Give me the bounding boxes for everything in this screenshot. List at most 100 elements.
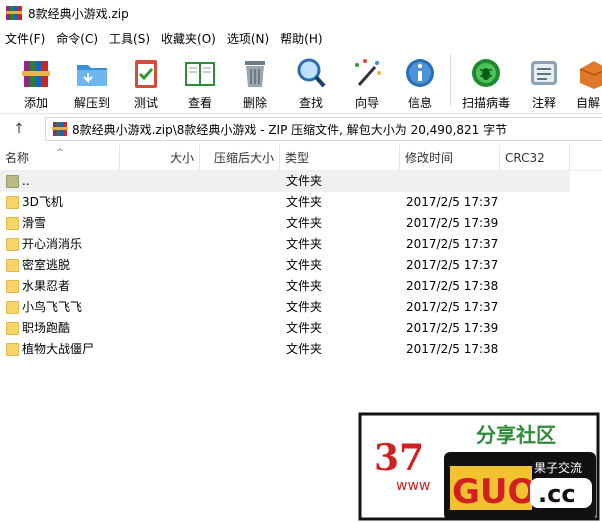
delete-label: 删除 [242,96,267,110]
delete-button[interactable]: 删除 [233,50,277,112]
row-type: 文件夹 [286,342,323,356]
find-label: 查找 [298,96,323,110]
watermark-guo-text: GUO [452,472,536,512]
info-label: 信息 [407,96,432,110]
comment-label: 注释 [531,96,556,110]
column-type[interactable]: 类型 [280,145,400,171]
trash-icon [237,55,273,91]
row-modified: 2017/2/5 17:37 [406,258,499,272]
table-row[interactable]: .. 文件夹 [0,171,570,192]
book-icon [182,55,218,91]
row-name: 职场跑酷 [22,321,71,335]
archive-icon [52,121,68,137]
magnifier-icon [293,55,329,91]
window-title: 8款经典小游戏.zip [28,6,129,21]
row-type: 文件夹 [286,258,323,272]
menu-help[interactable]: 帮助(H) [275,30,328,47]
parent-folder-icon [6,175,19,188]
scan-button[interactable]: 扫描病毒 [459,50,513,112]
path-text: 8款经典小游戏.zip\8款经典小游戏 - ZIP 压缩文件, 解包大小为 20… [72,122,508,137]
column-modified-label: 修改时间 [405,151,454,165]
up-arrow-button[interactable]: ↑ [0,115,38,143]
column-packed-label: 压缩后大小 [213,151,274,165]
row-name: 小鸟飞飞飞 [22,300,83,314]
folder-icon [6,217,19,230]
info-icon [402,55,438,91]
row-type: 文件夹 [286,279,323,293]
comment-button[interactable]: 注释 [522,50,566,112]
sfx-box-icon [576,55,602,91]
extract-folder-icon [74,55,110,91]
column-packed[interactable]: 压缩后大小 [200,145,280,171]
up-arrow-icon: ↑ [13,121,25,137]
column-type-label: 类型 [285,151,310,165]
info-button[interactable]: 信息 [398,50,442,112]
sfx-label: 自解 [576,96,601,110]
toolbar-separator [450,54,451,106]
row-type: 文件夹 [286,216,323,230]
row-name: 开心消消乐 [22,237,83,251]
menu-options[interactable]: 选项(N) [222,30,275,47]
column-crc[interactable]: CRC32 [500,145,570,171]
add-label: 添加 [23,96,48,110]
find-button[interactable]: 查找 [289,50,333,112]
table-row[interactable]: 植物大战僵尸 文件夹 2017/2/5 17:38 [0,339,570,360]
column-size-label: 大小 [169,151,194,165]
view-button[interactable]: 查看 [178,50,222,112]
folder-icon [6,343,19,356]
table-row[interactable]: 密室逃脱 文件夹 2017/2/5 17:37 [0,255,570,276]
row-name: 植物大战僵尸 [22,342,95,356]
row-name: 水果忍者 [22,279,71,293]
column-name[interactable]: 名称 ^ [0,145,120,171]
wizard-button[interactable]: 向导 [345,50,389,112]
table-row[interactable]: 水果忍者 文件夹 2017/2/5 17:38 [0,276,570,297]
row-modified: 2017/2/5 17:39 [406,321,499,335]
toolbar: 添加 解压到 测试 查看 删除 查找 向导 信息 扫描病毒 注释 自解 [0,50,602,114]
comment-icon [526,55,562,91]
sort-up-icon: ^ [56,148,64,158]
column-modified[interactable]: 修改时间 [400,145,500,171]
scan-label: 扫描病毒 [461,96,510,110]
folder-icon [6,322,19,335]
table-row[interactable]: 开心消消乐 文件夹 2017/2/5 17:37 [0,234,570,255]
row-modified: 2017/2/5 17:38 [406,342,499,356]
menu-commands[interactable]: 命令(C) [51,30,104,47]
sfx-button[interactable]: 自解 [576,50,602,112]
column-name-label: 名称 [5,151,30,165]
menu-tools[interactable]: 工具(S) [104,30,156,47]
menu-bar: 文件(F) 命令(C) 工具(S) 收藏夹(O) 选项(N) 帮助(H) [0,27,602,49]
row-type: 文件夹 [286,174,323,188]
path-field[interactable]: 8款经典小游戏.zip\8款经典小游戏 - ZIP 压缩文件, 解包大小为 20… [45,117,602,141]
table-row[interactable]: 3D飞机 文件夹 2017/2/5 17:37 [0,192,570,213]
title-bar: 8款经典小游戏.zip [0,0,602,26]
row-modified: 2017/2/5 17:38 [406,279,499,293]
table-row[interactable]: 小鸟飞飞飞 文件夹 2017/2/5 17:37 [0,297,570,318]
wizard-label: 向导 [354,96,379,110]
virus-scan-icon [468,55,504,91]
row-type: 文件夹 [286,300,323,314]
test-button[interactable]: 测试 [124,50,168,112]
row-modified: 2017/2/5 17:37 [406,300,499,314]
add-button[interactable]: 添加 [14,50,58,112]
row-modified: 2017/2/5 17:37 [406,237,499,251]
row-type: 文件夹 [286,195,323,209]
row-modified: 2017/2/5 17:39 [406,216,499,230]
row-name: 滑雪 [22,216,47,230]
clipboard-check-icon [128,55,164,91]
row-name: .. [22,174,30,188]
watermark-www-text: www [396,478,430,494]
watermark-cc-text: .cc [538,480,576,508]
folder-icon [6,196,19,209]
row-modified: 2017/2/5 17:37 [406,195,499,209]
menu-favorites[interactable]: 收藏夹(O) [156,30,222,47]
extract-button[interactable]: 解压到 [70,50,114,112]
table-row[interactable]: 滑雪 文件夹 2017/2/5 17:39 [0,213,570,234]
winrar-icon [6,5,22,21]
folder-icon [6,301,19,314]
table-row[interactable]: 职场跑酷 文件夹 2017/2/5 17:39 [0,318,570,339]
folder-icon [6,259,19,272]
watermark-37-text: 37 [374,437,424,479]
menu-file[interactable]: 文件(F) [0,30,51,47]
column-size[interactable]: 大小 [120,145,200,171]
row-name: 3D飞机 [22,195,63,209]
